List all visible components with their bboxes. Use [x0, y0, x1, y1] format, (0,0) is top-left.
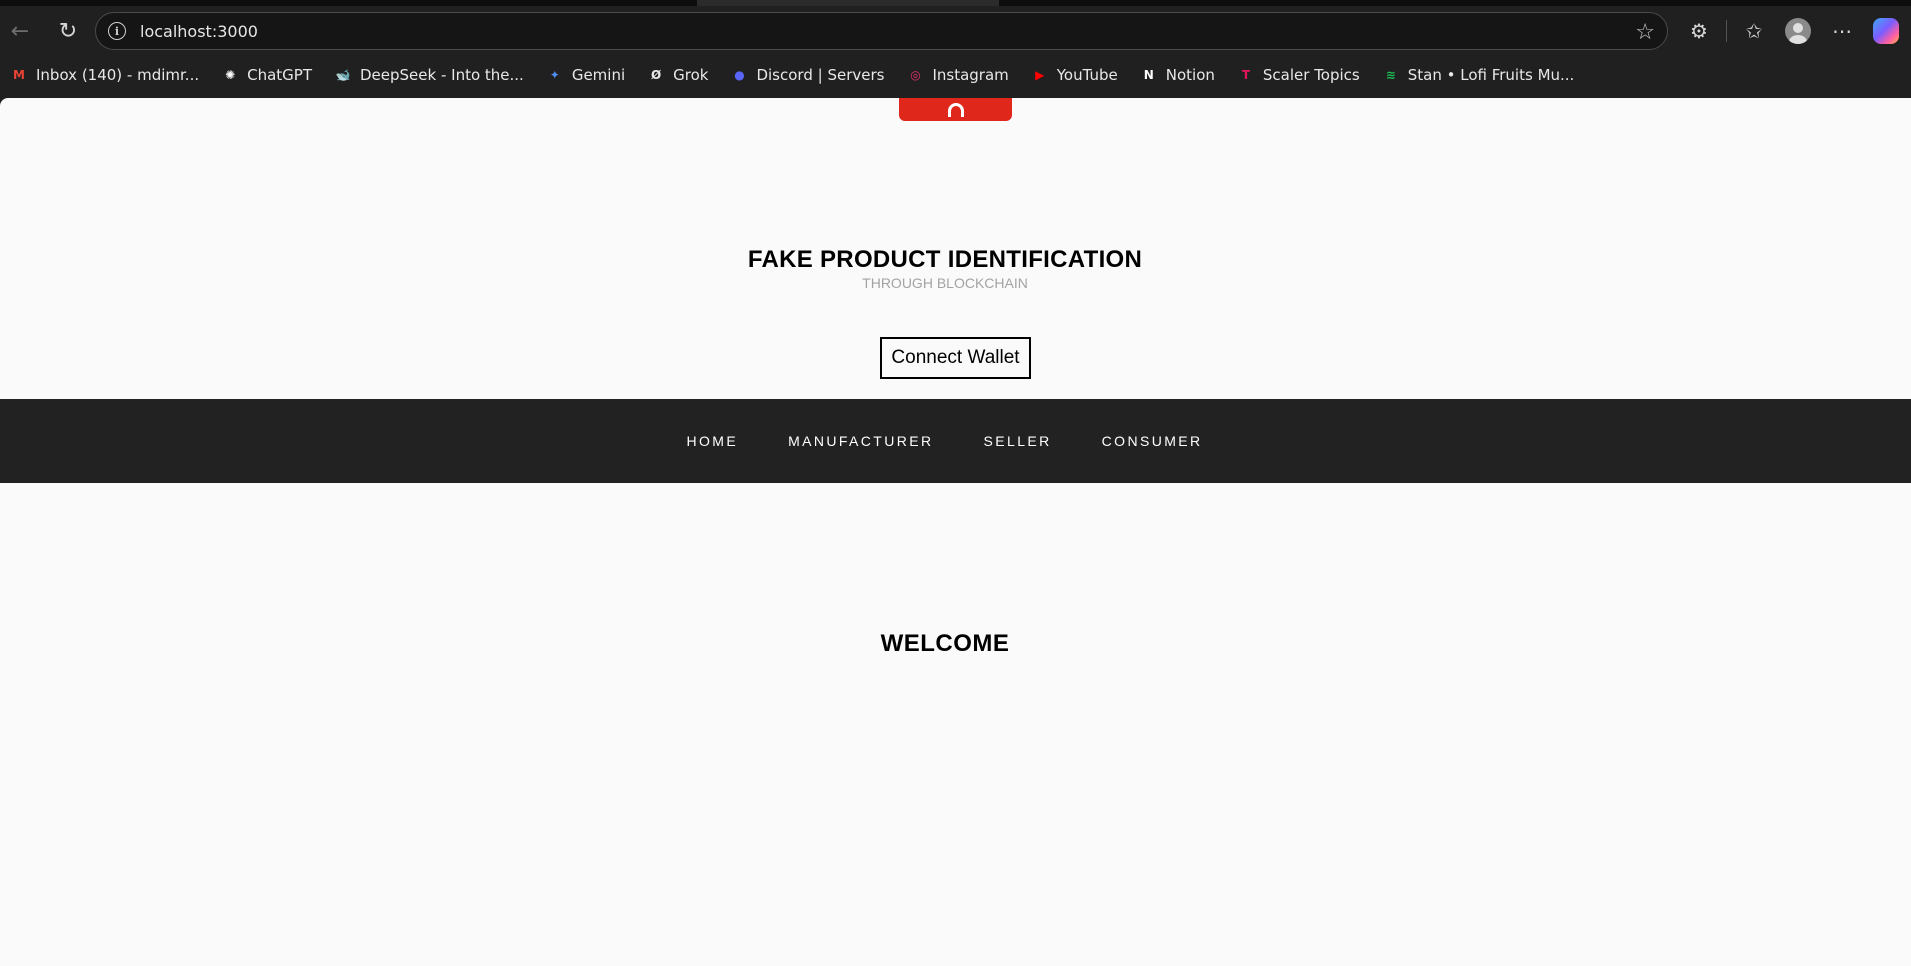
deepseek-icon: 🐋: [335, 68, 351, 82]
discord-icon: ●: [734, 68, 745, 82]
active-tab[interactable]: [697, 0, 999, 6]
youtube-icon: ▶: [1035, 68, 1045, 82]
profile-icon[interactable]: [1781, 14, 1815, 48]
extensions-icon[interactable]: ⚙: [1682, 14, 1716, 48]
grok-icon: Ø: [651, 68, 662, 82]
avatar: [1785, 18, 1811, 44]
nav-manufacturer[interactable]: MANUFACTURER: [788, 433, 933, 449]
browser-chrome: ← ↻ i localhost:3000 ☆ ⚙ ✩ ⋯ M Inbox (140…: [0, 0, 1911, 98]
connect-wallet-button[interactable]: Connect Wallet: [880, 337, 1031, 379]
nav-seller[interactable]: SELLER: [984, 433, 1052, 449]
nav-consumer[interactable]: CONSUMER: [1102, 433, 1203, 449]
bookmark-label: YouTube: [1056, 66, 1118, 84]
copilot-logo: [1873, 18, 1899, 44]
instagram-icon: ◎: [910, 68, 921, 82]
site-info-icon[interactable]: i: [108, 22, 126, 40]
bookmark-label: DeepSeek - Into the...: [360, 66, 524, 84]
gemini-icon: ✦: [549, 68, 560, 82]
bookmark-chatgpt[interactable]: ✺ ChatGPT: [215, 61, 318, 89]
page-title: FAKE PRODUCT IDENTIFICATION: [747, 246, 1143, 273]
notion-icon: N: [1143, 68, 1154, 82]
reload-icon[interactable]: ↻: [52, 15, 84, 47]
bookmark-spotify[interactable]: ≋ Stan • Lofi Fruits Mu...: [1376, 61, 1581, 89]
nav-home[interactable]: HOME: [686, 433, 738, 449]
bookmark-label: Gemini: [571, 66, 626, 84]
bookmark-label: Inbox (140) - mdimr...: [36, 66, 200, 84]
back-icon[interactable]: ←: [4, 15, 36, 47]
bookmark-youtube[interactable]: ▶ YouTube: [1025, 61, 1124, 89]
top-red-tab[interactable]: [899, 98, 1012, 121]
bookmark-deepseek[interactable]: 🐋 DeepSeek - Into the...: [328, 61, 530, 89]
more-options-icon[interactable]: ⋯: [1825, 14, 1859, 48]
arch-icon: [948, 103, 964, 117]
toolbar-divider: [1726, 20, 1727, 42]
address-bar[interactable]: i localhost:3000 ☆: [95, 12, 1668, 50]
favorites-icon[interactable]: ✩: [1737, 14, 1771, 48]
page-subtitle: THROUGH BLOCKCHAIN: [862, 275, 1028, 291]
favorite-star-icon[interactable]: ☆: [1635, 20, 1655, 45]
main-navbar: HOME MANUFACTURER SELLER CONSUMER: [0, 399, 1911, 483]
scaler-icon: T: [1241, 68, 1250, 82]
gmail-icon: M: [13, 68, 25, 82]
bookmark-label: Scaler Topics: [1262, 66, 1360, 84]
bookmark-gmail[interactable]: M Inbox (140) - mdimr...: [4, 61, 205, 89]
url-text[interactable]: localhost:3000: [140, 22, 258, 41]
browser-tool-icons: ⚙ ✩ ⋯: [1682, 8, 1903, 54]
bookmark-scaler[interactable]: T Scaler Topics: [1231, 61, 1366, 89]
bookmark-gemini[interactable]: ✦ Gemini: [540, 61, 631, 89]
bookmark-label: Instagram: [932, 66, 1009, 84]
browser-toolbar: ← ↻ i localhost:3000 ☆: [0, 8, 1911, 54]
bookmark-label: Grok: [673, 66, 709, 84]
bookmark-label: Stan • Lofi Fruits Mu...: [1407, 66, 1575, 84]
copilot-icon[interactable]: [1869, 14, 1903, 48]
bookmark-notion[interactable]: N Notion: [1134, 61, 1221, 89]
bookmark-grok[interactable]: Ø Grok: [641, 61, 714, 89]
chatgpt-icon: ✺: [225, 68, 236, 82]
bookmark-label: ChatGPT: [247, 66, 312, 84]
page-viewport: FAKE PRODUCT IDENTIFICATION THROUGH BLOC…: [0, 98, 1911, 966]
tab-strip: [0, 0, 1911, 6]
bookmarks-bar: M Inbox (140) - mdimr... ✺ ChatGPT 🐋 DeepSeek…: [0, 60, 1911, 90]
bookmark-label: Discord | Servers: [756, 66, 885, 84]
welcome-heading: WELCOME: [880, 630, 1010, 657]
bookmark-label: Notion: [1165, 66, 1215, 84]
bookmark-instagram[interactable]: ◎ Instagram: [900, 61, 1014, 89]
spotify-icon: ≋: [1385, 68, 1396, 82]
bookmark-discord[interactable]: ● Discord | Servers: [724, 61, 890, 89]
